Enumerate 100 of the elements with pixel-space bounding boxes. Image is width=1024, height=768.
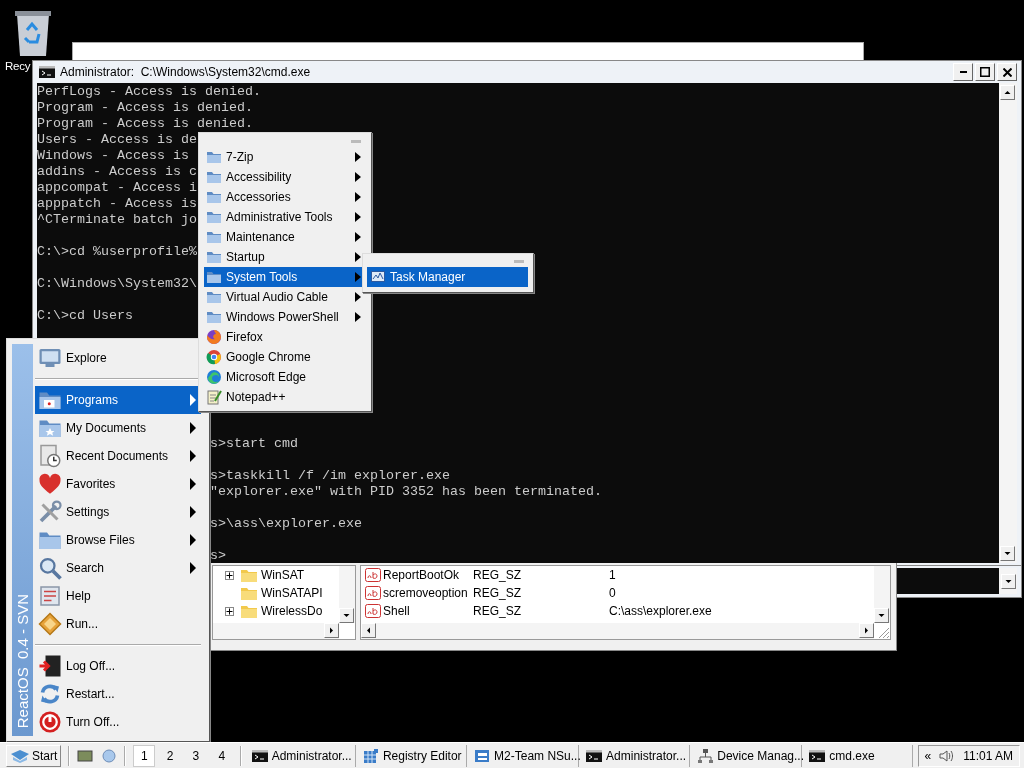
menu-item[interactable]: Startup xyxy=(204,247,365,267)
taskbar-button[interactable]: Registry Editor xyxy=(359,744,468,767)
scroll-down-button[interactable] xyxy=(1000,546,1015,561)
menu-item[interactable]: Administrative Tools xyxy=(204,207,365,227)
show-desktop-icon xyxy=(77,747,94,764)
menu-item[interactable]: 7-Zip xyxy=(204,147,365,167)
clock: 11:01 AM xyxy=(963,748,1013,763)
scrollbar[interactable] xyxy=(999,568,1017,594)
arrow-right-icon xyxy=(327,626,336,635)
menu-item[interactable]: Google Chrome xyxy=(204,347,365,367)
menu-item[interactable]: Notepad++ xyxy=(204,387,365,407)
value-name[interactable]: Shell xyxy=(383,604,471,618)
heart-icon xyxy=(38,472,62,496)
browser-logo-icon xyxy=(206,349,222,365)
menu-item[interactable]: Restart... xyxy=(35,680,201,708)
menu-item[interactable]: Windows PowerShell xyxy=(204,307,365,327)
value-name[interactable]: scremoveoption xyxy=(383,586,471,600)
arrow-right-icon xyxy=(189,505,197,519)
arrow-down-icon xyxy=(1003,549,1012,558)
menu-item[interactable]: Settings xyxy=(35,498,201,526)
refresh-icon xyxy=(38,682,62,706)
scrollbar[interactable] xyxy=(213,623,339,639)
menu-item[interactable]: Run... xyxy=(35,610,201,638)
plus-icon xyxy=(226,571,233,579)
menu-item[interactable]: Favorites xyxy=(35,470,201,498)
folder-icon xyxy=(241,586,257,600)
document-clock-icon xyxy=(38,444,62,468)
menu-item[interactable]: Maintenance xyxy=(204,227,365,247)
desktop-switch-button[interactable]: 1 xyxy=(133,744,156,767)
desktop-switch-button[interactable]: 4 xyxy=(210,744,233,767)
grid-icon xyxy=(362,747,379,764)
monitor-icon xyxy=(38,346,62,370)
console-line: C:\>cd Users xyxy=(37,308,133,324)
scroll-down-button[interactable] xyxy=(1000,573,1016,589)
menu-item[interactable]: Accessibility xyxy=(204,167,365,187)
menu-item[interactable]: Search xyxy=(35,554,201,582)
scroll-left-button[interactable] xyxy=(361,623,376,638)
exit-icon xyxy=(38,654,62,678)
tree-item[interactable]: WirelessDo xyxy=(261,604,323,618)
folder-icon xyxy=(206,209,222,225)
monitor-chart-icon xyxy=(370,269,386,285)
value-data: 1 xyxy=(609,568,617,582)
menu-item[interactable]: System Tools xyxy=(204,267,365,287)
taskbar-button[interactable]: Administrator... xyxy=(248,744,356,767)
device-tree-icon xyxy=(697,747,714,764)
scrollbar[interactable] xyxy=(874,566,890,623)
menu-item[interactable]: Explore xyxy=(35,344,201,372)
menu-item[interactable]: Recent Documents xyxy=(35,442,201,470)
folder-icon xyxy=(206,269,222,285)
expand-button[interactable] xyxy=(225,606,234,616)
scroll-right-button[interactable] xyxy=(859,623,874,638)
close-icon xyxy=(1002,67,1012,77)
scrollbar[interactable] xyxy=(339,566,355,623)
taskbar-button[interactable]: M2-Team NSu... xyxy=(471,744,580,767)
taskbar-button[interactable]: Device Manag... xyxy=(694,744,803,767)
console-icon xyxy=(39,64,55,80)
desktop-switch-button[interactable]: 3 xyxy=(185,744,207,767)
menu-item[interactable]: Turn Off... xyxy=(35,708,201,736)
menu-item[interactable]: Browse Files xyxy=(35,526,201,554)
start-button[interactable]: Start xyxy=(6,744,62,767)
tree-item[interactable]: WinSAT xyxy=(261,568,305,582)
arrow-right-icon xyxy=(189,421,197,435)
notepad-icon xyxy=(206,389,222,405)
scroll-down-button[interactable] xyxy=(874,608,889,623)
menu-item[interactable]: Help xyxy=(35,582,201,610)
minimize-button[interactable] xyxy=(953,63,973,81)
expand-tray-button[interactable]: « xyxy=(924,748,932,763)
menu-item[interactable]: Virtual Audio Cable xyxy=(204,287,365,307)
menu-item[interactable]: My Documents xyxy=(35,414,201,442)
taskbar-button[interactable]: cmd.exe xyxy=(806,744,914,767)
tree-item[interactable]: WinSATAPI xyxy=(261,586,323,600)
menu-item[interactable]: Microsoft Edge xyxy=(204,367,365,387)
menu-item[interactable]: Programs xyxy=(35,386,201,414)
desktop-icon-label[interactable]: Recy xyxy=(5,60,31,72)
menu-item[interactable]: Log Off... xyxy=(35,652,201,680)
menu-item[interactable]: Task Manager xyxy=(367,267,528,287)
console-line: addins - Access is c xyxy=(37,164,197,180)
desktop-switch-button[interactable]: 2 xyxy=(159,744,181,767)
minus-icon xyxy=(959,71,967,73)
value-type: REG_SZ xyxy=(473,568,522,582)
maximize-button[interactable] xyxy=(975,63,995,81)
scrollbar[interactable] xyxy=(999,83,1017,563)
expand-button[interactable] xyxy=(225,570,234,580)
console-line: C:\Windows\System32\ xyxy=(37,276,197,292)
console-line: ^CTerminate batch jo xyxy=(37,212,197,228)
taskbar-button[interactable]: Administrator... xyxy=(583,744,691,767)
value-name[interactable]: ReportBootOk xyxy=(383,568,471,582)
window-icon xyxy=(474,747,491,764)
show-desktop-button[interactable] xyxy=(77,747,94,764)
scroll-up-button[interactable] xyxy=(1000,85,1015,100)
scroll-down-button[interactable] xyxy=(339,608,354,623)
console-line: s>\ass\explorer.exe xyxy=(210,516,362,532)
menu-item[interactable]: Firefox xyxy=(204,327,365,347)
scroll-right-button[interactable] xyxy=(324,623,339,638)
menu-item[interactable]: Accessories xyxy=(204,187,365,207)
window-title: Administrator: C:\Windows\System32\cmd.exe xyxy=(60,65,311,79)
close-button[interactable] xyxy=(997,63,1017,81)
scrollbar[interactable] xyxy=(361,623,874,639)
arrow-right-icon xyxy=(189,393,197,407)
recycle-bin-icon xyxy=(13,10,53,56)
